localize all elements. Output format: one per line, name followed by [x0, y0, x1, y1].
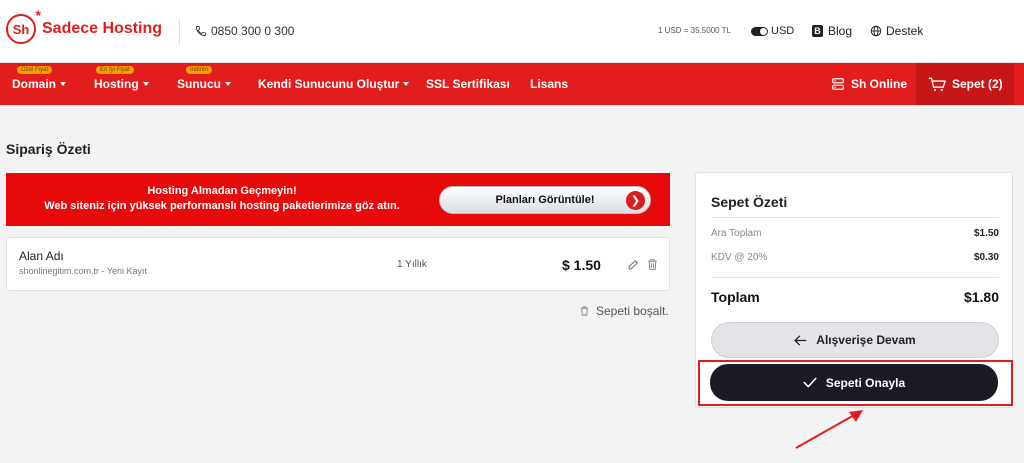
nav-item-label: Lisans — [530, 77, 569, 91]
caret-down-icon — [142, 82, 149, 86]
logo-star-icon: * — [35, 7, 41, 23]
confirm-cart-label: Sepeti Onayla — [825, 375, 906, 390]
server-icon — [832, 78, 844, 90]
continue-shopping-label: Alışverişe Devam — [816, 333, 916, 347]
item-period: 1 Yıllık — [397, 259, 427, 270]
cart-icon — [928, 77, 946, 91]
exchange-rate: 1 USD = 35.5000 TL — [658, 26, 732, 35]
summary-divider — [711, 277, 999, 278]
continue-shopping-button[interactable]: Alışverişe Devam — [711, 322, 999, 358]
cart-label: Sepet (2) — [952, 77, 1003, 91]
nav-badge: Özel Fiyat — [17, 66, 53, 74]
empty-cart-link[interactable]: Sepeti boşalt. — [579, 304, 669, 318]
nav-item-domain[interactable]: Özel Fiyat Domain — [12, 63, 67, 105]
globe-icon — [870, 25, 882, 37]
support-label: Destek — [886, 24, 924, 38]
nav-item-label: Hosting — [94, 77, 139, 91]
blog-label: Blog — [828, 24, 853, 38]
subtotal-value: $1.50 — [973, 228, 999, 239]
blog-link[interactable]: B Blog — [812, 24, 852, 38]
promo-banner: Hosting Almadan Geçmeyin! Web siteniz iç… — [6, 173, 670, 226]
phone-icon — [196, 26, 206, 36]
promo-subline: Web siteniz için yüksek performanslı hos… — [44, 200, 400, 212]
edit-icon[interactable] — [627, 258, 640, 271]
phone-link[interactable]: 0850 300 0 300 — [195, 24, 294, 38]
top-header: Sh * Sadece Hosting 0850 300 0 300 1 USD… — [0, 0, 1024, 63]
logo-mark-text: Sh — [12, 21, 30, 37]
item-name: Alan Adı — [19, 249, 64, 263]
brand-name: Sadece Hosting — [42, 20, 163, 37]
caret-down-icon — [403, 82, 410, 86]
trash-icon[interactable] — [646, 258, 659, 271]
nav-item-ssl[interactable]: SSL Sertifikası — [426, 63, 510, 105]
nav-badge: İndirim — [186, 66, 213, 74]
currency-label: USD — [771, 25, 795, 37]
nav-badge: En İyi Fiyat — [96, 66, 134, 74]
summary-divider — [711, 217, 999, 218]
tax-row: KDV @ 20% $0.30 — [711, 252, 999, 263]
promo-headline: Hosting Almadan Geçmeyin! — [147, 185, 297, 197]
nav-item-label: SSL Sertifikası — [426, 77, 510, 91]
nav-item-license[interactable]: Lisans — [530, 63, 568, 105]
logo-mark: Sh * — [6, 7, 41, 44]
promo-text: Hosting Almadan Geçmeyin! Web siteniz iç… — [6, 184, 438, 214]
nav-item-label: Domain — [12, 77, 57, 91]
cart-link[interactable]: Sepet (2) — [928, 63, 1003, 105]
item-detail: shonlinegitim.com.tr - Yeni Kayıt — [19, 266, 148, 276]
item-price: $ 1.50 — [562, 257, 601, 273]
checkmark-icon — [803, 377, 817, 388]
currency-toggle[interactable]: USD — [751, 25, 794, 37]
tax-label: KDV @ 20% — [711, 252, 768, 263]
nav-item-sunucu[interactable]: İndirim Sunucu — [177, 63, 231, 105]
nav-item-hosting[interactable]: En İyi Fiyat Hosting — [94, 63, 149, 105]
tax-value: $0.30 — [973, 252, 999, 263]
toggle-switch-icon — [751, 26, 768, 36]
caret-down-icon — [225, 82, 231, 86]
sh-online-label: Sh Online — [851, 77, 908, 91]
total-row: Toplam $1.80 — [711, 289, 999, 305]
arrow-left-icon — [794, 335, 807, 345]
blog-icon: B — [812, 25, 823, 37]
caret-down-icon — [60, 82, 67, 86]
trash-icon — [580, 306, 589, 316]
chevron-right-icon: ❯ — [626, 191, 645, 210]
subtotal-row: Ara Toplam $1.50 — [711, 228, 999, 239]
total-value: $1.80 — [963, 289, 999, 305]
support-link[interactable]: Destek — [870, 24, 923, 38]
sh-online-link[interactable]: Sh Online — [831, 63, 907, 105]
view-plans-label: Planları Görüntüle! — [495, 194, 595, 206]
phone-number: 0850 300 0 300 — [211, 24, 295, 38]
confirm-cart-button[interactable]: Sepeti Onayla — [710, 364, 998, 401]
page-title: Sipariş Özeti — [6, 141, 91, 157]
empty-cart-label: Sepeti boşalt. — [596, 304, 669, 318]
total-label: Toplam — [711, 289, 760, 305]
header-divider — [179, 19, 180, 45]
summary-title: Sepet Özeti — [711, 194, 788, 210]
main-nav: Özel Fiyat Domain En İyi Fiyat Hosting İ… — [0, 63, 1024, 105]
annotation-arrow-icon — [795, 410, 863, 449]
subtotal-label: Ara Toplam — [711, 228, 762, 239]
nav-item-custom-server[interactable]: Kendi Sunucunu Oluştur — [258, 63, 410, 105]
nav-item-label: Kendi Sunucunu Oluştur — [258, 77, 400, 91]
nav-item-label: Sunucu — [177, 77, 221, 91]
cart-item-row: Alan Adı shonlinegitim.com.tr - Yeni Kay… — [6, 237, 670, 291]
brand-logo[interactable]: Sh * Sadece Hosting — [6, 7, 163, 44]
view-plans-button[interactable]: Planları Görüntüle! ❯ — [439, 186, 651, 214]
